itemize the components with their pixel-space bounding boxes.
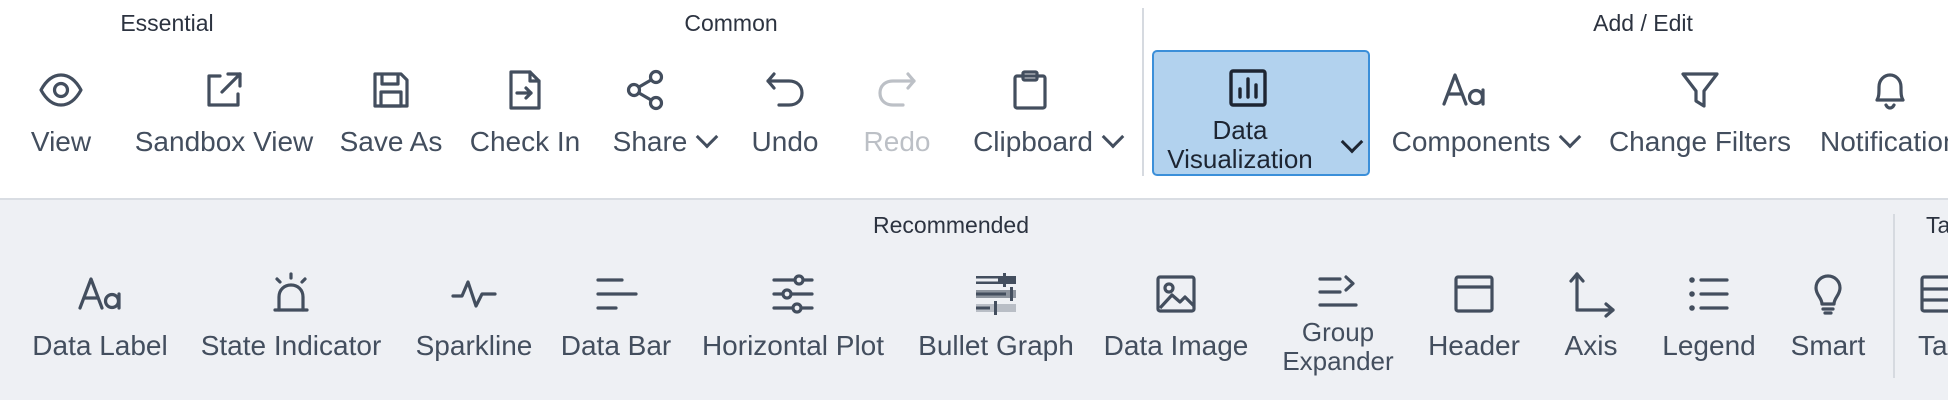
floppy-disk-icon <box>367 66 415 114</box>
bar-chart-icon <box>1224 64 1272 112</box>
chevron-down-icon <box>1101 125 1125 149</box>
group-expander-label: Group Expander <box>1282 317 1394 376</box>
legend-button[interactable]: Legend <box>1652 260 1766 370</box>
bullet-graph-label: Bullet Graph <box>918 330 1074 361</box>
horizontal-plot-label: Horizontal Plot <box>701 330 885 361</box>
state-indicator-button[interactable]: State Indicator <box>188 260 394 370</box>
header-label: Header <box>1428 330 1520 361</box>
group-label-essential: Essential <box>120 10 214 36</box>
data-label-label: Data Label <box>32 330 168 361</box>
typography-icon <box>76 270 124 318</box>
clipboard-icon <box>1006 66 1054 114</box>
legend-label: Legend <box>1662 330 1756 361</box>
table-icon <box>1916 270 1948 318</box>
data-visualization-button[interactable]: Data Visualization <box>1152 50 1370 176</box>
sparkline-button[interactable]: Sparkline <box>404 260 544 370</box>
data-image-label: Data Image <box>1103 330 1249 361</box>
lightbulb-icon <box>1804 270 1852 318</box>
axis-button[interactable]: Axis <box>1540 260 1642 370</box>
group-expander-icon <box>1314 268 1362 316</box>
smart-label: Smart <box>1790 330 1866 361</box>
sparkline-icon <box>450 270 498 318</box>
sliders-icon <box>769 270 817 318</box>
state-indicator-label: State Indicator <box>200 330 382 361</box>
bullet-graph-button[interactable]: Bullet Graph <box>908 260 1084 370</box>
data-label-button[interactable]: Data Label <box>22 260 178 370</box>
smart-button[interactable]: Smart <box>1776 260 1880 370</box>
sparkline-label: Sparkline <box>415 330 533 361</box>
chevron-down-icon <box>696 125 719 149</box>
filter-icon <box>1676 66 1724 114</box>
share-dropdown: Share <box>602 125 726 158</box>
group-label-recommended: Recommended <box>873 212 1029 238</box>
table-label: Ta <box>1918 330 1948 361</box>
data-image-button[interactable]: Data Image <box>1094 260 1258 370</box>
clipboard-button[interactable]: Clipboard <box>962 56 1132 168</box>
change-filters-label: Change Filters <box>1608 126 1792 157</box>
undo-icon <box>761 66 809 114</box>
group-label-common: Common <box>684 10 778 36</box>
redo-label: Redo <box>863 126 931 157</box>
alarm-siren-icon <box>267 270 315 318</box>
sandbox-view-button[interactable]: Sandbox View <box>126 56 322 168</box>
redo-icon <box>873 66 921 114</box>
save-as-label: Save As <box>339 126 443 157</box>
change-filters-button[interactable]: Change Filters <box>1600 56 1800 168</box>
notifications-label: Notifications <box>1820 126 1948 157</box>
share-icon <box>622 66 670 114</box>
save-as-button[interactable]: Save As <box>330 56 452 168</box>
list-icon <box>1685 270 1733 318</box>
main-toolbar: Essential Common Add / Edit View Sandbox… <box>0 0 1948 198</box>
group-label-add-edit: Add / Edit <box>1593 10 1693 36</box>
chevron-down-icon <box>1559 125 1582 149</box>
clipboard-dropdown: Clipboard <box>962 125 1132 158</box>
data-bar-button[interactable]: Data Bar <box>554 260 678 370</box>
data-bar-label: Data Bar <box>560 330 672 361</box>
components-dropdown: Components <box>1380 125 1590 158</box>
share-button[interactable]: Share <box>602 56 726 168</box>
external-link-icon <box>200 66 248 114</box>
components-button[interactable]: Components <box>1380 56 1590 168</box>
chevron-down-icon <box>1340 130 1364 154</box>
bell-icon <box>1866 66 1914 114</box>
header-icon <box>1450 270 1498 318</box>
typography-icon <box>1440 66 1488 114</box>
sandbox-view-label: Sandbox View <box>134 126 314 157</box>
components-label: Components <box>1391 126 1551 157</box>
check-in-button[interactable]: Check In <box>462 56 588 168</box>
share-label: Share <box>612 126 688 157</box>
view-label: View <box>30 126 92 157</box>
axis-label: Axis <box>1564 330 1618 361</box>
undo-button[interactable]: Undo <box>738 56 832 168</box>
group-label-next: Ta <box>1926 212 1948 238</box>
header-button[interactable]: Header <box>1418 260 1530 370</box>
eye-icon <box>37 66 85 114</box>
view-button[interactable]: View <box>14 56 108 168</box>
undo-label: Undo <box>751 126 819 157</box>
group-expander-button[interactable]: Group Expander <box>1268 260 1408 380</box>
bullet-graph-icon <box>972 270 1020 318</box>
redo-button[interactable]: Redo <box>850 56 944 168</box>
data-bar-icon <box>592 270 640 318</box>
table-button[interactable]: Ta <box>1908 260 1948 370</box>
notifications-button[interactable]: Notifications <box>1818 56 1948 168</box>
check-in-label: Check In <box>469 126 581 157</box>
data-visualization-label: Data Visualization <box>1167 115 1313 174</box>
group-separator <box>1893 214 1895 378</box>
horizontal-plot-button[interactable]: Horizontal Plot <box>688 260 898 370</box>
group-separator <box>1142 8 1144 176</box>
check-in-icon <box>501 66 549 114</box>
image-icon <box>1152 270 1200 318</box>
recommended-toolbar: Recommended Ta Data Label State Indicato… <box>0 198 1948 400</box>
axis-icon <box>1567 270 1615 318</box>
clipboard-label: Clipboard <box>973 126 1093 157</box>
